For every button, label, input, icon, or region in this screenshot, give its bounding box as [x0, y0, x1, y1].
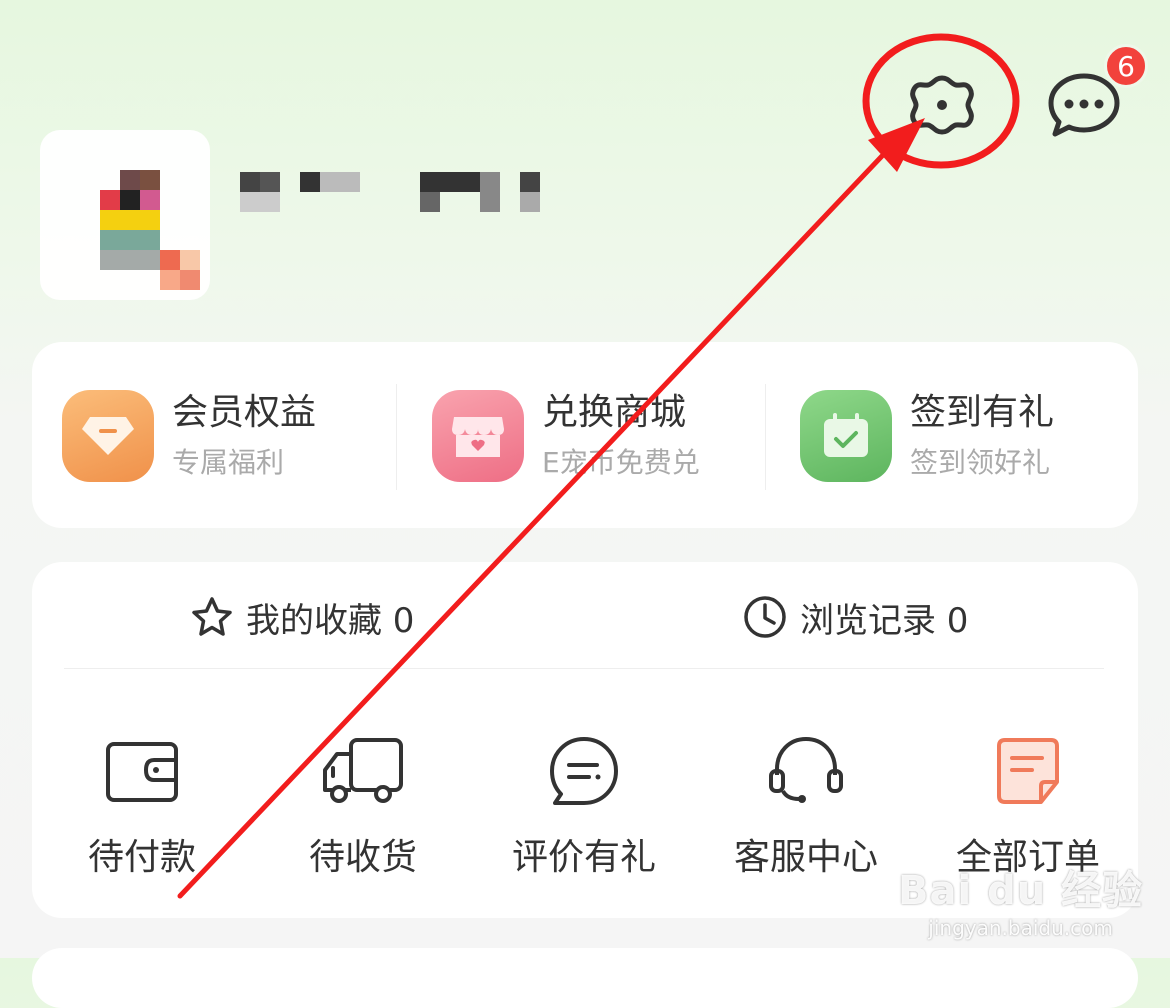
order-label: 待付款 [87, 837, 196, 878]
watermark: Bai du 经验 jingyan.baidu.com [898, 858, 1143, 940]
order-label: 客服中心 [733, 837, 878, 878]
next-card-peek [32, 948, 1138, 1008]
diamond-icon [62, 390, 154, 482]
benefits-card: 会员权益 专属福利 兑换商城 E宠币免费兑 签到有礼 签到领好礼 [32, 342, 1138, 528]
benefit-subtitle: 专属福利 [172, 446, 285, 479]
clock-icon [744, 596, 786, 638]
benefit-title: 会员权益 [172, 392, 317, 433]
benefit-store[interactable]: 兑换商城 E宠币免费兑 [432, 386, 700, 486]
history-label: 浏览记录 0 [800, 600, 969, 641]
star-icon [192, 597, 232, 636]
history-link[interactable]: 浏览记录 0 [742, 592, 968, 642]
benefit-title: 签到有礼 [910, 392, 1055, 433]
benefit-subtitle: E宠币免费兑 [542, 446, 700, 479]
favorites-label: 我的收藏 0 [246, 600, 415, 641]
watermark-sub: jingyan.baidu.com [928, 916, 1113, 940]
wallet-icon [106, 742, 178, 802]
headset-icon [769, 736, 843, 803]
comment-icon [550, 737, 618, 805]
benefit-membership[interactable]: 会员权益 专属福利 [62, 386, 316, 486]
order-pending-receipt[interactable]: 待收货 [263, 732, 463, 880]
benefit-subtitle: 签到领好礼 [910, 446, 1051, 479]
message-count-badge: 6 [1104, 44, 1148, 88]
customer-service[interactable]: 客服中心 [706, 732, 906, 880]
benefit-checkin[interactable]: 签到有礼 签到领好礼 [800, 386, 1054, 486]
benefit-title: 兑换商城 [542, 392, 687, 433]
username-redacted [240, 172, 560, 217]
order-pending-payment[interactable]: 待付款 [42, 732, 242, 880]
favorites-link[interactable]: 我的收藏 0 [190, 592, 414, 642]
truck-icon [323, 738, 403, 803]
calendar-check-icon [800, 390, 892, 482]
order-label: 评价有礼 [511, 837, 656, 878]
order-list-icon [997, 738, 1059, 804]
order-review[interactable]: 评价有礼 [484, 732, 684, 880]
order-label: 待收货 [308, 837, 417, 878]
avatar[interactable] [40, 130, 210, 300]
watermark-main: Bai du 经验 [898, 868, 1144, 914]
store-icon [432, 390, 524, 482]
gear-icon[interactable] [905, 70, 979, 140]
